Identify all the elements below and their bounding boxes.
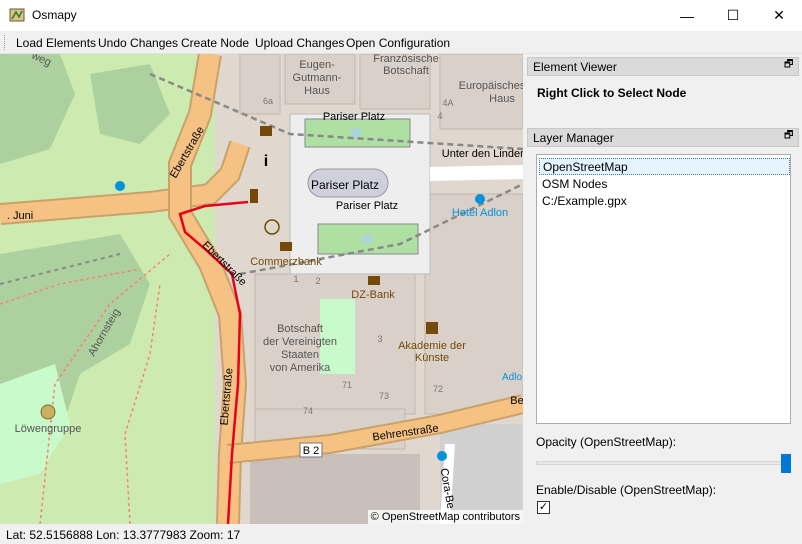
street-label: Pariser Platz (336, 200, 398, 212)
house-number: 6a (263, 96, 273, 106)
house-number: 2 (315, 276, 320, 286)
house-number: 73 (379, 391, 389, 401)
element-viewer-title-bar[interactable]: Element Viewer 🗗 (527, 57, 799, 76)
museum-icon (260, 126, 272, 136)
unter-den-linden-road (429, 165, 523, 181)
map-canvas[interactable]: i Eugen- Gutmann- Haus Französische Bots… (0, 54, 523, 524)
create-node-button[interactable]: Create Node (181, 36, 249, 50)
house-number: 4 (437, 111, 442, 121)
layer-item-osm-nodes[interactable]: OSM Nodes (539, 176, 790, 193)
opacity-slider-thumb[interactable] (781, 454, 791, 473)
minimize-button[interactable]: — (664, 0, 710, 31)
house-number: 3 (377, 334, 382, 344)
float-window-icon[interactable]: 🗗 (784, 131, 795, 142)
monument-icon (250, 189, 258, 203)
map-label: von Amerika (270, 362, 331, 374)
theatre-icon (426, 322, 438, 334)
coordinates-status: Lat: 52.5156888 Lon: 13.3777983 Zoom: 17 (6, 528, 241, 542)
enable-layer-checkbox[interactable]: ✓ (537, 501, 550, 514)
load-elements-button[interactable]: Load Elements (16, 36, 96, 50)
map-label: Eugen- (299, 59, 335, 71)
taxi-icon (115, 181, 125, 191)
poi-label: DZ-Bank (351, 289, 395, 301)
maximize-button[interactable]: ☐ (710, 0, 756, 31)
bank-icon (280, 242, 292, 251)
street-label: Pariser Platz (311, 178, 379, 192)
map-label: der Vereinigten (263, 336, 337, 348)
map-label: Adlo (502, 372, 522, 383)
enable-label: Enable/Disable (OpenStreetMap): (536, 483, 717, 497)
house-number: 74 (303, 406, 313, 416)
title-bar: Osmapy — ☐ ✕ (0, 0, 802, 31)
building (239, 54, 281, 115)
window-title: Osmapy (32, 8, 77, 22)
open-configuration-button[interactable]: Open Configuration (346, 36, 450, 50)
status-bar: Lat: 52.5156888 Lon: 13.3777983 Zoom: 17 (0, 524, 802, 544)
bank-icon (368, 276, 380, 285)
hotel-label: Hotel Adlon (452, 207, 508, 219)
layer-item-openstreetmap[interactable]: OpenStreetMap (539, 158, 790, 175)
taxi-icon (437, 451, 447, 461)
float-window-icon[interactable]: 🗗 (784, 60, 795, 71)
opacity-slider-track[interactable] (536, 461, 791, 465)
viewpoint-icon (40, 404, 56, 420)
layer-manager-title-bar[interactable]: Layer Manager 🗗 (527, 128, 799, 147)
street-label: Be (510, 395, 523, 407)
fountain (362, 234, 372, 244)
upload-changes-button[interactable]: Upload Changes (255, 36, 344, 50)
element-viewer-hint: Right Click to Select Node (537, 86, 687, 100)
info-icon: i (264, 153, 268, 170)
taxi-icon (475, 194, 485, 204)
house-number: 4A (442, 98, 453, 108)
app-map-icon (9, 8, 25, 22)
opacity-label: Opacity (OpenStreetMap): (536, 435, 677, 449)
poi-label: Akademie der (398, 340, 466, 352)
map-label: Haus (304, 85, 330, 97)
layer-list[interactable]: OpenStreetMap OSM Nodes C:/Example.gpx (536, 154, 791, 424)
map-label: Staaten (281, 349, 319, 361)
map-attribution: © OpenStreetMap contributors (367, 510, 523, 524)
map-label: Europäisches (459, 80, 523, 92)
route-label: B 2 (303, 445, 320, 457)
house-number: 1 (293, 274, 298, 284)
street-label: . Juni (7, 210, 33, 222)
poi-label: Commerzbank (250, 256, 322, 268)
map-label: Haus (489, 93, 515, 105)
map-label: Botschaft (383, 65, 429, 77)
map-label: Gutmann- (293, 72, 342, 84)
house-number: 71 (342, 380, 352, 390)
poi-label: Löwengruppe (15, 423, 82, 435)
street-label: Pariser Platz (323, 111, 385, 123)
map-label: Französische (373, 54, 438, 65)
close-button[interactable]: ✕ (756, 0, 802, 31)
house-number: 72 (433, 384, 443, 394)
toolbar-grip[interactable] (4, 35, 7, 50)
poi-label: Künste (415, 352, 449, 364)
layer-item-example-gpx[interactable]: C:/Example.gpx (539, 193, 790, 210)
street-label: Unter den Linden (442, 148, 523, 160)
undo-changes-button[interactable]: Undo Changes (98, 36, 178, 50)
element-viewer-title: Element Viewer (533, 60, 617, 74)
map-view[interactable]: i Eugen- Gutmann- Haus Französische Bots… (0, 54, 523, 524)
layer-manager-title: Layer Manager (533, 131, 614, 145)
fountain (351, 128, 361, 138)
toolbar: Load Elements Undo Changes Create Node U… (0, 31, 802, 54)
map-label: Botschaft (277, 323, 323, 335)
